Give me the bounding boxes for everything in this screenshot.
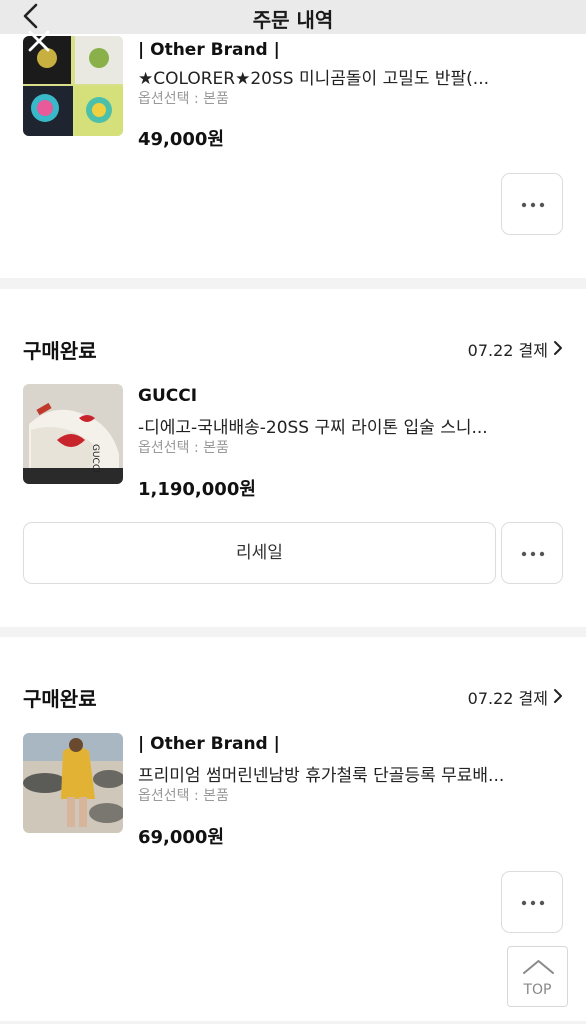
payment-date-link[interactable]: 07.22 결제 — [468, 337, 548, 361]
product-option: 옵션선택 : 본품 — [138, 440, 229, 456]
order-card: 구매완료 07.22 결제 GUCCI GUCCI -디에고-국내배송-20SS… — [0, 289, 586, 627]
resale-button[interactable]: 리세일 — [23, 522, 496, 584]
more-dots-icon — [521, 900, 545, 906]
product-brand: GUCCI — [138, 386, 198, 406]
product-thumbnail[interactable]: GUCCI — [23, 384, 123, 484]
more-dots-icon — [521, 551, 545, 557]
product-option: 옵션선택 : 본품 — [138, 788, 229, 804]
product-price: 49,000원 — [138, 129, 225, 150]
more-dots-icon — [521, 202, 545, 208]
order-card: 구매완료 07.22 결제 | Other Brand | 프리미엄 썸머린넨남… — [0, 637, 586, 1021]
product-name[interactable]: ★COLORER★20SS 미니곰돌이 고밀도 반팔(... — [138, 64, 568, 89]
chevron-up-icon — [523, 960, 554, 974]
top-button-label: TOP — [523, 982, 552, 998]
product-option: 옵션선택 : 본품 — [138, 91, 229, 107]
top-bar: 주문 내역 — [0, 0, 586, 34]
more-options-button[interactable] — [501, 871, 563, 933]
sneaker-photo-icon: GUCCI — [23, 384, 123, 484]
order-status: 구매완료 — [23, 339, 97, 363]
svg-text:GUCCI: GUCCI — [90, 444, 100, 473]
payment-date-link[interactable]: 07.22 결제 — [468, 685, 548, 709]
more-options-button[interactable] — [501, 173, 563, 235]
product-name[interactable]: -디에고-국내배송-20SS 구찌 라이톤 입술 스니... — [138, 413, 568, 438]
shirt-photo-icon — [23, 733, 123, 833]
product-price: 69,000원 — [138, 827, 225, 848]
close-icon[interactable] — [26, 28, 52, 54]
order-status: 구매완료 — [23, 687, 97, 711]
product-price: 1,190,000원 — [138, 479, 256, 500]
page-title: 주문 내역 — [252, 8, 334, 32]
scroll-to-top-button[interactable]: TOP — [507, 946, 568, 1007]
product-thumbnail[interactable] — [23, 733, 123, 833]
chevron-right-icon[interactable] — [552, 340, 564, 356]
product-name[interactable]: 프리미엄 썸머린넨남방 휴가철룩 단골등록 무료배... — [138, 761, 568, 786]
product-brand: | Other Brand | — [138, 734, 280, 754]
more-options-button[interactable] — [501, 522, 563, 584]
order-card: | Other Brand | ★COLORER★20SS 미니곰돌이 고밀도 … — [0, 0, 586, 278]
product-brand: | Other Brand | — [138, 40, 280, 60]
chevron-right-icon[interactable] — [552, 688, 564, 704]
